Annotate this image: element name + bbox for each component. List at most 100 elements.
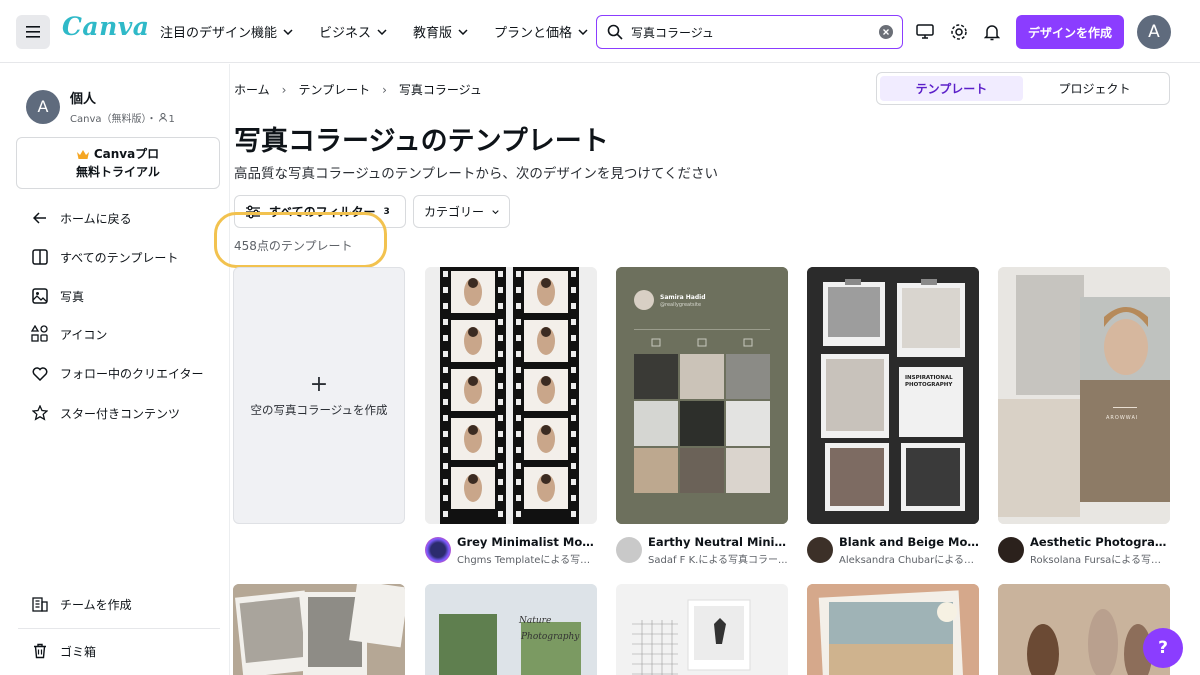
chevron-right-icon: › [281,82,287,97]
chevron-down-icon [283,28,293,35]
hamburger-icon [26,26,40,38]
template-thumbnail [233,584,405,675]
sidebar-item-photos[interactable]: 写真 [30,286,84,306]
search-value: 写真コラージュ [631,25,714,40]
sidebar-item-trash[interactable]: ゴミ箱 [30,641,96,661]
chevron-down-icon [377,28,387,35]
template-author[interactable]: Chgms Templateによる写真... [457,551,597,566]
nav-item-pricing[interactable]: プランと価格 [494,22,588,41]
page-subtitle: 高品質な写真コラージュのテンプレートから、次のデザインを見つけてください [234,166,718,182]
template-thumbnail [807,584,979,675]
template-author[interactable]: Aleksandra Chubarによる写... [839,551,979,566]
account-plan: Canva（無料版）・ 1 [70,113,175,125]
avatar[interactable]: A [1137,15,1171,49]
template-card[interactable] [616,584,788,675]
nav-item-education[interactable]: 教育版 [413,22,468,41]
create-empty-collage-card[interactable]: + 空の写真コラージュを作成 [233,267,405,524]
card-text: Nature [519,616,552,626]
template-author[interactable]: Sadaf F K.による写真コラー... [648,551,788,566]
card-text: @reallygreatsite [660,302,702,308]
template-card[interactable] [998,584,1170,675]
sidebar: A 個人 Canva（無料版）・ 1 Canvaプロ 無料トライアル ホームに戻る… [0,64,230,675]
creator-avatar[interactable] [807,537,833,563]
template-card-grey-minimalist[interactable] [425,267,597,524]
card-text: Photography [521,632,580,642]
page-title: 写真コラージュのテンプレート [234,126,609,157]
template-meta: Grey Minimalist Moder... Chgms Templateによ… [425,533,597,567]
sidebar-item-home[interactable]: ホームに戻る [30,208,132,228]
template-title[interactable]: Aesthetic Photograph... [1030,535,1170,549]
top-bar: Canva 注目のデザイン機能 ビジネス 教育版 プランと価格 写真コラージュ … [0,0,1200,63]
sidebar-item-starred[interactable]: スター付きコンテンツ [30,403,180,423]
clear-search-icon[interactable] [879,25,893,39]
template-thumbnail [807,267,979,524]
help-button[interactable]: ? [1143,628,1183,668]
chevron-down-icon [458,28,468,35]
top-nav: 注目のデザイン機能 ビジネス 教育版 プランと価格 [160,22,614,41]
desktop-app-icon[interactable] [914,21,936,43]
template-card[interactable]: Nature Photography [425,584,597,675]
heart-icon [30,363,50,383]
search-icon [607,24,623,40]
canva-logo[interactable]: Canva [62,12,150,41]
template-card-earthy-neutral[interactable]: Samira Hadid @reallygreatsite [616,267,788,524]
template-meta: Earthy Neutral Minimal... Sadaf F K.による写真… [616,533,788,567]
view-switcher: テンプレート プロジェクト [876,72,1170,105]
template-thumbnail [425,584,597,675]
card-text: AROWWAI [1106,415,1139,421]
account-avatar: A [26,89,60,124]
template-title[interactable]: Blank and Beige Mode... [839,535,979,549]
account-member-count: 1 [168,114,175,125]
template-thumbnail [616,267,788,524]
tab-templates[interactable]: テンプレート [880,76,1023,101]
chevron-down-icon [492,209,499,214]
chevron-right-icon: › [382,82,387,97]
template-title[interactable]: Earthy Neutral Minimal... [648,535,788,549]
search-input[interactable]: 写真コラージュ [596,15,903,49]
account-name: 個人 [70,92,97,107]
creator-avatar[interactable] [425,537,451,563]
canva-pro-trial-button[interactable]: Canvaプロ 無料トライアル [16,137,220,189]
nav-item-features[interactable]: 注目のデザイン機能 [160,22,293,41]
layout-icon [30,247,50,267]
tab-projects[interactable]: プロジェクト [1023,76,1166,101]
sidebar-item-create-team[interactable]: チームを作成 [30,594,132,614]
creator-avatar[interactable] [616,537,642,563]
template-thumbnail [616,584,788,675]
template-card-aesthetic[interactable]: AROWWAI [998,267,1170,524]
template-thumbnail [425,267,597,524]
bell-icon[interactable] [981,21,1003,43]
template-thumbnail [998,584,1170,675]
account-switcher[interactable]: A 個人 Canva（無料版）・ 1 [26,88,175,125]
breadcrumb-home[interactable]: ホーム [234,81,270,98]
card-text: Samira Hadid [660,294,706,301]
crown-icon [76,149,89,159]
category-dropdown[interactable]: カテゴリー [413,195,510,228]
nav-item-business[interactable]: ビジネス [319,22,387,41]
breadcrumb: ホーム › テンプレート › 写真コラージュ [234,81,482,98]
image-icon [30,286,50,306]
sidebar-divider [18,628,220,629]
sidebar-item-all-templates[interactable]: すべてのテンプレート [30,247,178,267]
plus-icon: + [309,371,329,397]
template-card-blank-beige[interactable]: INSPIRATIONAL PHOTOGRAPHY [807,267,979,524]
creator-avatar[interactable] [998,537,1024,563]
sidebar-item-icons[interactable]: アイコン [30,324,107,344]
breadcrumb-current: 写真コラージュ [398,83,482,97]
template-meta: Aesthetic Photograph... Roksolana Fursaによ… [998,533,1170,567]
template-thumbnail [998,267,1170,524]
template-title[interactable]: Grey Minimalist Moder... [457,535,597,549]
create-design-button[interactable]: デザインを作成 [1016,15,1124,49]
shapes-icon [30,324,50,344]
template-card[interactable] [233,584,405,675]
template-card[interactable] [807,584,979,675]
menu-button[interactable] [16,15,50,49]
card-text: INSPIRATIONAL PHOTOGRAPHY [905,375,953,388]
template-author[interactable]: Roksolana Fursaによる写真... [1030,551,1170,566]
chevron-down-icon [578,28,588,35]
template-meta: Blank and Beige Mode... Aleksandra Chubar… [807,533,979,567]
breadcrumb-templates[interactable]: テンプレート [298,81,370,98]
sidebar-item-followed-creators[interactable]: フォロー中のクリエイター [30,363,204,383]
star-icon [30,403,50,423]
gear-icon[interactable] [948,21,970,43]
